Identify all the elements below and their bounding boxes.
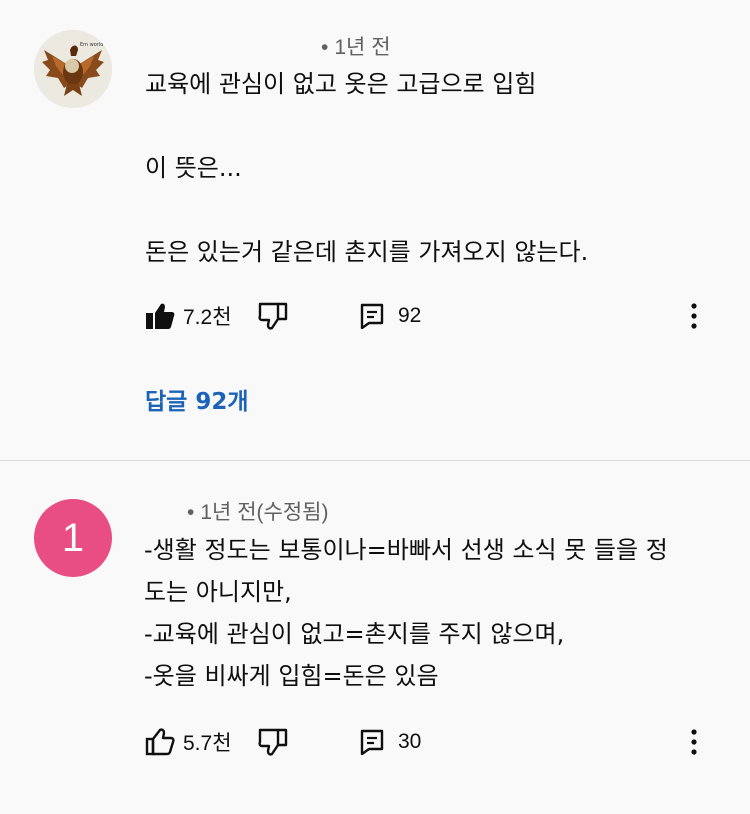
avatar[interactable]: 1 — [34, 499, 112, 577]
comment-text: 교육에 관심이 없고 옷은 고급으로 입힘 이 뜻은... 돈은 있는거 같은데… — [145, 70, 589, 266]
reply-count: 30 — [398, 730, 422, 753]
more-options-button[interactable] — [678, 296, 710, 336]
eagle-emblem-icon: Em world co — [34, 30, 112, 108]
avatar-logo-text: Em world co — [80, 42, 111, 48]
like-count: 7.2천 — [183, 306, 232, 329]
comment-icon — [360, 303, 384, 329]
comment-card: Em world co • 1년 전 교육에 관심이 없고 옷은 고급으로 입힘 … — [0, 0, 750, 458]
comment-icon — [360, 729, 384, 755]
more-options-button[interactable] — [678, 722, 710, 762]
comment-time[interactable]: 1년 전(수정됨) — [200, 501, 328, 524]
like-button[interactable]: 7.2천 — [145, 296, 232, 336]
comment-meta: • 1년 전(수정됨) — [187, 496, 328, 526]
dislike-button[interactable] — [258, 296, 288, 336]
like-count: 5.7천 — [183, 732, 232, 755]
avatar[interactable]: Em world co — [34, 30, 112, 108]
thumbs-up-filled-icon — [146, 303, 175, 329]
reply-count: 92 — [398, 304, 422, 327]
view-replies-link[interactable]: 답글 92개 — [145, 382, 249, 416]
comment-meta: • 1년 전 — [321, 31, 391, 61]
like-button[interactable]: 5.7천 — [145, 722, 232, 762]
bullet-separator: • — [187, 501, 195, 524]
thumbs-down-icon — [258, 728, 288, 756]
comment-actions: 5.7천 30 — [145, 722, 730, 762]
reply-button[interactable]: 30 — [360, 722, 421, 762]
dislike-button[interactable] — [258, 722, 288, 762]
more-vert-icon — [691, 303, 697, 329]
comment-text: -생활 정도는 보통이나=바빠서 선생 소식 못 들을 정 도는 아니지만, -… — [144, 536, 668, 690]
comment-time[interactable]: 1년 전 — [334, 36, 390, 59]
comment-card: 1 • 1년 전(수정됨) -생활 정도는 보통이나=바빠서 선생 소식 못 들을… — [0, 470, 750, 814]
bullet-separator: • — [321, 36, 329, 59]
reply-button[interactable]: 92 — [360, 296, 421, 336]
more-vert-icon — [691, 729, 697, 755]
thumbs-up-icon — [145, 728, 175, 756]
divider — [0, 460, 750, 461]
comment-actions: 7.2천 92 — [145, 296, 730, 336]
thumbs-down-icon — [258, 302, 288, 330]
